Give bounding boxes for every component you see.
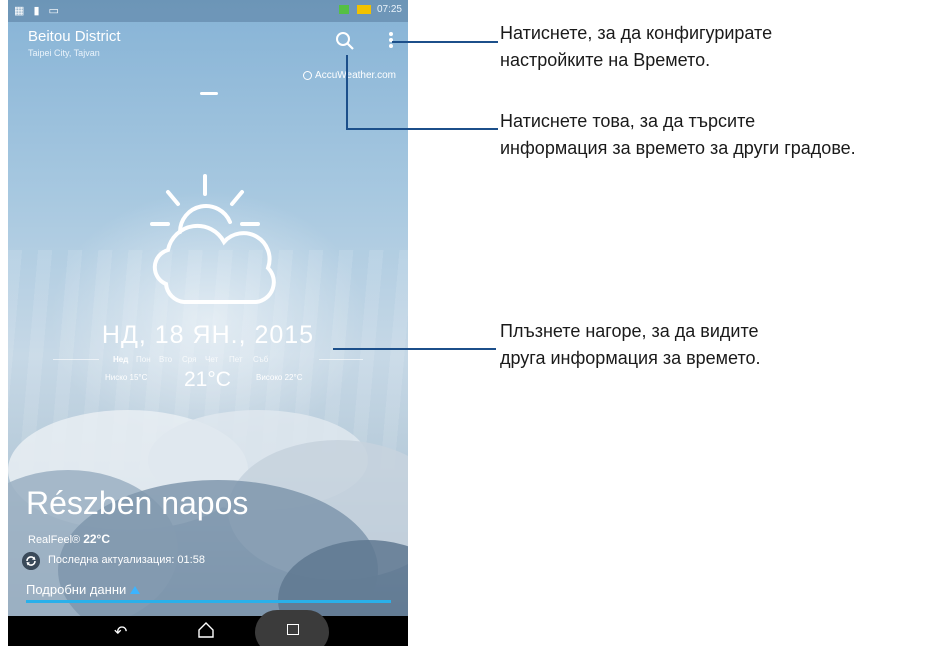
background-clouds	[8, 410, 408, 646]
pull-handle[interactable]	[200, 92, 218, 95]
weather-partly-cloudy-icon	[150, 174, 276, 304]
home-icon[interactable]	[196, 620, 216, 640]
callout-line-settings	[392, 41, 498, 43]
day-2[interactable]: Вто	[159, 355, 172, 364]
day-selector[interactable]: Нед Пон Вто Сря Чет Пет Съб	[53, 355, 363, 367]
refresh-icon[interactable]	[22, 552, 40, 570]
current-temperature: 21°C	[184, 368, 231, 391]
app-bar: Beitou District Taipei City, Tajvan	[8, 22, 408, 62]
details-underline	[26, 600, 391, 603]
low-temperature: Ниско 15°C	[105, 373, 148, 382]
realfeel: RealFeel® 22°C	[28, 532, 110, 546]
location-title[interactable]: Beitou District	[28, 28, 121, 45]
callout-line-search-h	[346, 128, 498, 130]
date-label: НД, 18 ЯН., 2015	[101, 321, 315, 349]
accuweather-logo-icon	[303, 70, 313, 80]
realfeel-label: RealFeel®	[28, 534, 81, 546]
day-1[interactable]: Пон	[136, 355, 151, 364]
callout-swipe-line2: друга информация за времето.	[500, 348, 761, 368]
callout-line-swipe	[333, 348, 496, 350]
high-temperature: Високо 22°C	[256, 373, 303, 382]
clock: 07:25	[376, 4, 402, 15]
system-icons: 07:25	[337, 4, 402, 15]
accuweather-logo[interactable]: AccuWeather.com	[303, 70, 396, 81]
day-0[interactable]: Нед	[113, 355, 128, 364]
callout-search-line1: Натиснете това, за да търсите	[500, 111, 756, 131]
notification-icons: ▦ ▮ ▭	[14, 5, 62, 17]
callout-swipe: Плъзнете нагоре, за да видите друга инфо…	[500, 318, 761, 372]
recent-apps-icon[interactable]	[287, 624, 299, 635]
provider-label: AccuWeather.com	[315, 70, 396, 81]
day-5[interactable]: Пет	[229, 355, 243, 364]
details-toggle[interactable]: Подробни данни	[26, 582, 141, 597]
realfeel-value: 22°C	[83, 532, 111, 546]
navigation-bar: ↶	[8, 610, 408, 646]
weather-condition: Részben napos	[26, 485, 249, 521]
details-label: Подробни данни	[26, 582, 127, 597]
battery-icon	[357, 4, 372, 14]
chevron-up-icon	[130, 586, 141, 594]
callout-search-line2: информация за времето за други градове.	[500, 138, 856, 158]
day-6[interactable]: Съб	[253, 355, 268, 364]
day-3[interactable]: Сря	[182, 355, 196, 364]
callout-search: Натиснете това, за да търсите информация…	[500, 108, 856, 162]
callout-swipe-line1: Плъзнете нагоре, за да видите	[500, 321, 759, 341]
location-subtitle: Taipei City, Tajvan	[28, 48, 100, 58]
callout-settings-line2: настройките на Времето.	[500, 50, 711, 70]
day-4[interactable]: Чет	[205, 355, 218, 364]
signal-icon	[339, 4, 350, 14]
status-bar: ▦ ▮ ▭ 07:25	[8, 0, 408, 22]
phone-screen: ▦ ▮ ▭ 07:25 Beitou District Taipei City,…	[8, 0, 408, 646]
last-updated: Последна актуализация: 01:58	[48, 554, 205, 566]
callout-settings: Натиснете, за да конфигурирате настройки…	[500, 20, 772, 74]
callout-settings-line1: Натиснете, за да конфигурирате	[500, 23, 773, 43]
back-icon[interactable]: ↶	[114, 622, 127, 642]
search-icon[interactable]	[334, 30, 356, 52]
callout-line-search-v	[346, 55, 348, 130]
